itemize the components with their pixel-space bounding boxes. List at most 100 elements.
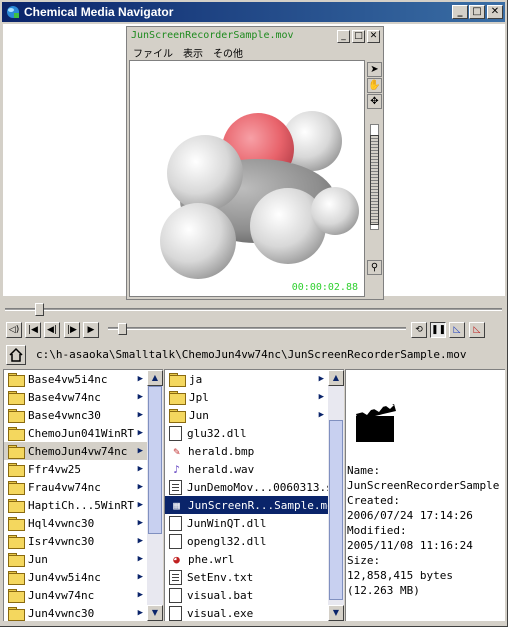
directory-row[interactable]: Base4vw74nc ▶	[4, 388, 147, 406]
zoom-slider-thumb[interactable]	[370, 135, 379, 225]
expand-arrow-icon[interactable]: ▶	[138, 572, 143, 582]
player-close-button[interactable]: ✕	[367, 30, 380, 43]
file-row[interactable]: JunWinQT.dll	[165, 514, 328, 532]
expand-arrow-icon[interactable]: ▶	[138, 428, 143, 438]
step-forward-button[interactable]: |▶	[64, 322, 80, 338]
position-slider-thumb[interactable]	[35, 303, 44, 316]
expand-arrow-icon[interactable]: ▶	[138, 590, 143, 600]
file-row[interactable]: ✎ herald.bmp	[165, 442, 328, 460]
scroll-down-button[interactable]: ▼	[147, 605, 163, 621]
expand-arrow-icon[interactable]: ▶	[138, 410, 143, 420]
expand-arrow-icon[interactable]: ▶	[138, 464, 143, 474]
expand-arrow-icon[interactable]: ▶	[138, 518, 143, 528]
maximize-button[interactable]: □	[469, 5, 485, 19]
expand-arrow-icon[interactable]: ▶	[138, 482, 143, 492]
folder-icon	[8, 445, 25, 459]
size-label: Size:	[347, 554, 381, 567]
bmp-file-icon: ✎	[173, 444, 180, 458]
expand-arrow-icon[interactable]: ▶	[319, 392, 324, 402]
first-frame-button[interactable]: |◀	[25, 322, 41, 338]
step-back-button[interactable]: ◀|	[44, 322, 60, 338]
folder-icon	[8, 481, 25, 495]
file-row[interactable]: visual.exe	[165, 604, 328, 621]
molecule-view[interactable]: 00:00:02.88	[129, 60, 365, 297]
directory-row[interactable]: Isr4vwnc30 ▶	[4, 532, 147, 550]
file-row[interactable]: visual.bat	[165, 586, 328, 604]
directory-row[interactable]: Jun ▶	[165, 406, 328, 424]
directory-name: HaptiCh...5WinRT	[28, 498, 134, 512]
expand-arrow-icon[interactable]: ▶	[138, 374, 143, 384]
player-title: JunScreenRecorderSample.mov	[131, 30, 294, 41]
expand-arrow-icon[interactable]: ▶	[138, 608, 143, 618]
movie-progress-slider[interactable]	[108, 323, 406, 335]
directory-column-2: ja ▶ Jpl ▶ Jun ▶ glu32.dll ✎ herald.bmp ♪ herald.w…	[164, 369, 344, 621]
expand-arrow-icon[interactable]: ▶	[138, 392, 143, 402]
scroll-down-button[interactable]: ▼	[328, 605, 344, 621]
folder-icon	[8, 409, 25, 423]
path-bar: c:\h-asaoka\Smalltalk\ChemoJun4vw74nc\Ju…	[3, 343, 505, 367]
expand-arrow-icon[interactable]: ▶	[138, 500, 143, 510]
directory-row[interactable]: Frau4vw74nc ▶	[4, 478, 147, 496]
directory-row[interactable]: Jun4vw5i4nc ▶	[4, 568, 147, 586]
file-row[interactable]: ♪ herald.wav	[165, 460, 328, 478]
directory-row[interactable]: Hql4vwnc30 ▶	[4, 514, 147, 532]
file-row[interactable]: glu32.dll	[165, 424, 328, 442]
directory-row[interactable]: ChemoJun041WinRT ▶	[4, 424, 147, 442]
directory-row[interactable]: HaptiCh...5WinRT ▶	[4, 496, 147, 514]
move-tool-icon[interactable]: ✥	[367, 94, 382, 109]
directory-name: Ffr4vw25	[28, 462, 81, 476]
player-title-bar[interactable]: JunScreenRecorderSample.mov _ □ ✕	[129, 29, 381, 45]
directory-row[interactable]: Jun ▶	[4, 550, 147, 568]
movie-player-window[interactable]: JunScreenRecorderSample.mov _ □ ✕ ファイル 表…	[126, 26, 384, 300]
expand-arrow-icon[interactable]: ▶	[319, 374, 324, 384]
expand-arrow-icon[interactable]: ▶	[319, 410, 324, 420]
pause-button[interactable]: ❚❚	[430, 322, 446, 338]
loop-button[interactable]: ⟲	[411, 322, 427, 338]
file-row[interactable]: ◕ phe.wrl	[165, 550, 328, 568]
minimize-button[interactable]: _	[452, 5, 468, 19]
scroll-thumb[interactable]	[148, 386, 162, 534]
magnifier-icon[interactable]: ⚲	[367, 260, 382, 275]
sound-icon[interactable]: ◁)	[6, 322, 22, 338]
folder-icon	[8, 499, 25, 513]
menu-file[interactable]: ファイル	[133, 45, 173, 60]
home-icon[interactable]	[6, 345, 26, 365]
folder-icon	[8, 517, 25, 531]
scroll-up-button[interactable]: ▲	[147, 370, 163, 386]
directory-row[interactable]: Base4vw5i4nc ▶	[4, 370, 147, 388]
file-row[interactable]: JunDemoMov...0060313.st	[165, 478, 328, 496]
scroll-up-button[interactable]: ▲	[328, 370, 344, 386]
file-row[interactable]: SetEnv.txt	[165, 568, 328, 586]
expand-arrow-icon[interactable]: ▶	[138, 554, 143, 564]
column-2-scrollbar[interactable]: ▲ ▼	[328, 370, 344, 621]
expand-arrow-icon[interactable]: ▶	[138, 446, 143, 456]
directory-row[interactable]: Jun4vwnc30 ▶	[4, 604, 147, 621]
directory-row[interactable]: Ffr4vw25 ▶	[4, 460, 147, 478]
expand-arrow-icon[interactable]: ▶	[138, 536, 143, 546]
file-row[interactable]: ▦ JunScreenR...Sample.mov	[165, 496, 328, 514]
pointer-tool-icon[interactable]: ➤	[367, 62, 382, 77]
directory-name: Jpl	[189, 390, 209, 404]
play-button[interactable]: ▶	[83, 322, 99, 338]
mark-in-icon[interactable]: ◺	[449, 322, 465, 338]
player-minimize-button[interactable]: _	[337, 30, 350, 43]
file-row[interactable]: opengl32.dll	[165, 532, 328, 550]
menu-view[interactable]: 表示	[183, 45, 203, 60]
column-1-scrollbar[interactable]: ▲ ▼	[147, 370, 163, 621]
title-bar[interactable]: Chemical Media Navigator _ □ ✕	[2, 2, 505, 22]
progress-thumb[interactable]	[118, 323, 127, 335]
directory-row[interactable]: Jpl ▶	[165, 388, 328, 406]
player-maximize-button[interactable]: □	[352, 30, 365, 43]
close-button[interactable]: ✕	[487, 5, 503, 19]
hand-tool-icon[interactable]: ✋	[367, 78, 382, 93]
modified-label: Modified:	[347, 524, 407, 537]
directory-row[interactable]: ChemoJun4vw74nc ▶	[4, 442, 147, 460]
scroll-thumb[interactable]	[329, 420, 343, 600]
mark-out-icon[interactable]: ◺	[469, 322, 485, 338]
menu-other[interactable]: その他	[213, 45, 243, 60]
position-slider[interactable]	[5, 303, 502, 316]
directory-row[interactable]: ja ▶	[165, 370, 328, 388]
zoom-slider[interactable]	[370, 124, 379, 230]
directory-row[interactable]: Base4vwnc30 ▶	[4, 406, 147, 424]
directory-row[interactable]: Jun4vw74nc ▶	[4, 586, 147, 604]
